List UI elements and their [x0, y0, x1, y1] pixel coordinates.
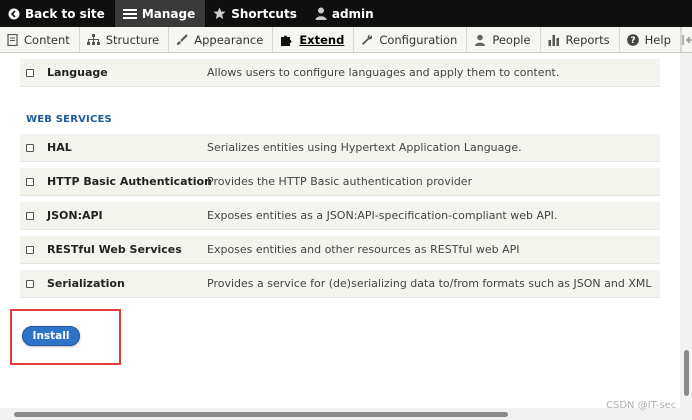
- star-icon: [213, 7, 226, 19]
- admin-toolbar: Back to site Manage Shortcuts admin: [0, 0, 692, 27]
- back-arrow-icon: [8, 8, 20, 19]
- watermark-text: CSDN @IT-sec: [606, 400, 677, 411]
- basic-auth-checkbox[interactable]: [26, 177, 34, 186]
- user-icon: [315, 7, 327, 20]
- bar-chart-icon: [548, 34, 559, 46]
- wrench-icon: [362, 34, 373, 45]
- language-checkbox[interactable]: [26, 68, 34, 77]
- tray-item-structure[interactable]: Structure: [80, 27, 170, 52]
- structure-icon: [86, 33, 100, 45]
- module-name[interactable]: Serialization: [47, 277, 125, 290]
- module-row-language: Language Allows users to configure langu…: [20, 59, 660, 87]
- module-description: Provides the HTTP Basic authentication p…: [207, 175, 473, 188]
- module-row-basic-auth: HTTP Basic Authentication Provides the H…: [20, 168, 660, 196]
- menu-icon: [122, 8, 137, 19]
- module-description: Serializes entities using Hypertext Appl…: [207, 141, 522, 154]
- content-icon: [7, 33, 18, 46]
- module-description: Exposes entities and other resources as …: [207, 243, 520, 256]
- tray-item-configuration[interactable]: Configuration: [354, 27, 468, 52]
- back-to-site-label: Back to site: [25, 6, 105, 21]
- user-tab[interactable]: admin: [307, 0, 384, 27]
- svg-text:?: ?: [630, 36, 635, 46]
- collapse-icon: [682, 34, 692, 45]
- brush-icon: [177, 33, 188, 45]
- tray-item-extend[interactable]: Extend: [273, 27, 355, 52]
- module-name[interactable]: HTTP Basic Authentication: [47, 175, 212, 188]
- vertical-scrollbar-thumb[interactable]: [684, 350, 689, 396]
- serialization-checkbox[interactable]: [26, 279, 34, 288]
- module-name[interactable]: Language: [47, 66, 108, 79]
- user-label: admin: [331, 6, 374, 21]
- manage-label: Manage: [141, 6, 196, 21]
- tray-item-help[interactable]: ? Help: [620, 27, 681, 52]
- people-icon: [475, 34, 486, 46]
- module-name[interactable]: RESTful Web Services: [47, 243, 182, 256]
- shortcuts-label: Shortcuts: [231, 6, 297, 21]
- module-name[interactable]: JSON:API: [47, 209, 103, 222]
- install-button[interactable]: Install: [22, 326, 80, 346]
- module-row-serialization: Serialization Provides a service for (de…: [20, 270, 660, 298]
- rest-checkbox[interactable]: [26, 245, 34, 254]
- module-row-jsonapi: JSON:API Exposes entities as a JSON:API-…: [20, 202, 660, 230]
- jsonapi-checkbox[interactable]: [26, 211, 34, 220]
- tray-label-people: People: [492, 32, 531, 47]
- tray-item-people[interactable]: People: [467, 27, 541, 52]
- tray-item-content[interactable]: Content: [0, 27, 80, 52]
- tray-item-reports[interactable]: Reports: [541, 27, 620, 52]
- hal-checkbox[interactable]: [26, 143, 34, 152]
- help-icon: ?: [626, 33, 639, 46]
- back-to-site-link[interactable]: Back to site: [0, 0, 115, 27]
- module-row-hal: HAL Serializes entities using Hypertext …: [20, 134, 660, 162]
- horizontal-scrollbar-thumb[interactable]: [14, 412, 508, 417]
- tray-label-appearance: Appearance: [194, 32, 264, 47]
- section-title-web-services: WEB SERVICES: [26, 114, 112, 125]
- shortcuts-tab[interactable]: Shortcuts: [205, 0, 307, 27]
- tray-label-extend: Extend: [299, 32, 345, 47]
- tray-item-appearance[interactable]: Appearance: [169, 27, 274, 52]
- module-description: Exposes entities as a JSON:API-specifica…: [207, 209, 558, 222]
- collapse-tray-button[interactable]: [680, 27, 692, 52]
- module-description: Provides a service for (de)serializing d…: [207, 277, 652, 290]
- tray-label-content: Content: [24, 32, 70, 47]
- module-description: Allows users to configure languages and …: [207, 66, 560, 79]
- tray-label-configuration: Configuration: [379, 32, 458, 47]
- module-list: Language Allows users to configure langu…: [0, 53, 680, 408]
- puzzle-icon: [281, 35, 292, 46]
- admin-tray: Content Structure Appearance Extend Conf…: [0, 27, 692, 53]
- tray-label-help: Help: [644, 32, 671, 47]
- tray-label-structure: Structure: [105, 32, 160, 47]
- tray-label-reports: Reports: [565, 32, 610, 47]
- manage-tab[interactable]: Manage: [114, 0, 206, 27]
- module-name[interactable]: HAL: [47, 141, 72, 154]
- module-row-rest: RESTful Web Services Exposes entities an…: [20, 236, 660, 264]
